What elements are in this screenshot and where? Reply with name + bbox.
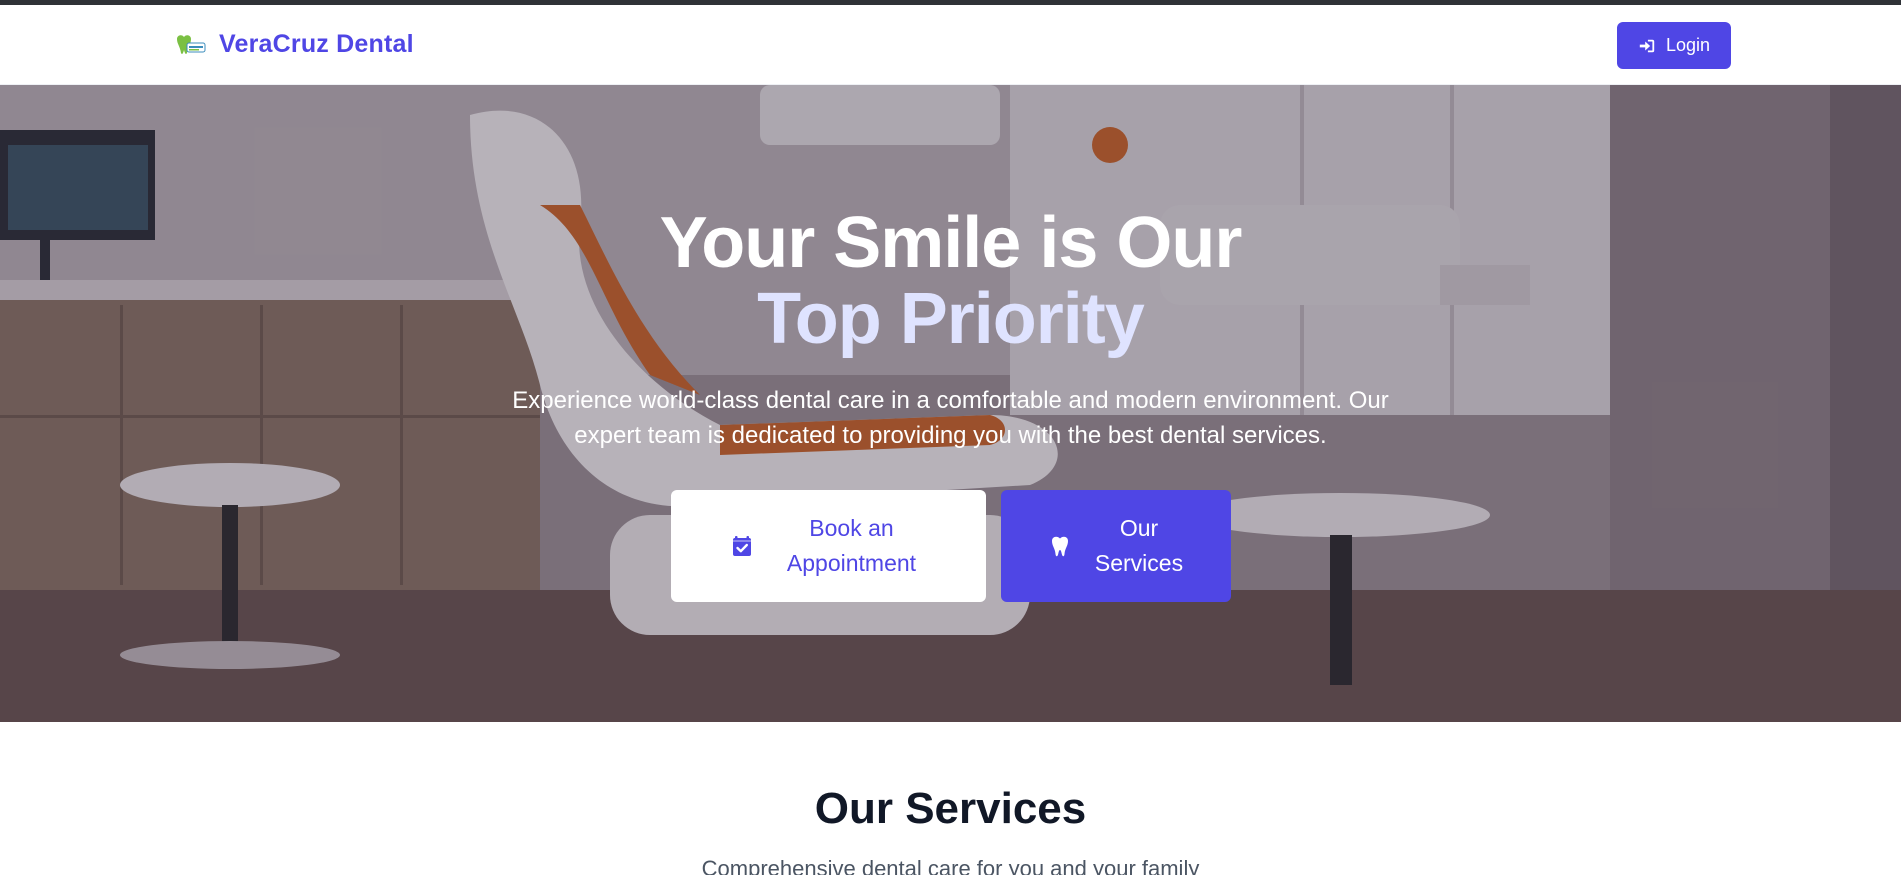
our-services-button[interactable]: Our Services xyxy=(1001,490,1231,602)
hero-title-line2: Top Priority xyxy=(757,279,1145,359)
login-button[interactable]: Login xyxy=(1617,22,1731,69)
services-title: Our Services xyxy=(814,784,1087,833)
calendar-check-icon xyxy=(732,536,751,556)
hero-section: Your Smile is Our Top Priority Experienc… xyxy=(0,85,1901,722)
brand-name: VeraCruz Dental xyxy=(219,30,414,58)
sign-in-icon xyxy=(1639,39,1655,52)
tooth-icon xyxy=(1052,536,1068,557)
hero-title-line1: Your Smile is Our xyxy=(659,203,1243,283)
brand[interactable]: VeraCruz Dental xyxy=(173,30,414,59)
login-label: Login xyxy=(1665,35,1711,55)
hero-title: Your Smile is Our Top Priority xyxy=(0,205,1901,357)
services-subtitle: Comprehensive dental care for you and yo… xyxy=(701,856,1200,875)
our-services-label: Our Services xyxy=(1094,515,1184,576)
book-appointment-button[interactable]: Book an Appointment xyxy=(671,490,986,602)
services-section: Our Services Comprehensive dental care f… xyxy=(0,722,1901,875)
tooth-logo-icon xyxy=(177,34,206,54)
hero-subtitle: Experience world-class dental care in a … xyxy=(512,387,1389,449)
book-appointment-label: Book an Appointment xyxy=(786,515,917,576)
navbar: VeraCruz Dental Login xyxy=(0,5,1901,85)
